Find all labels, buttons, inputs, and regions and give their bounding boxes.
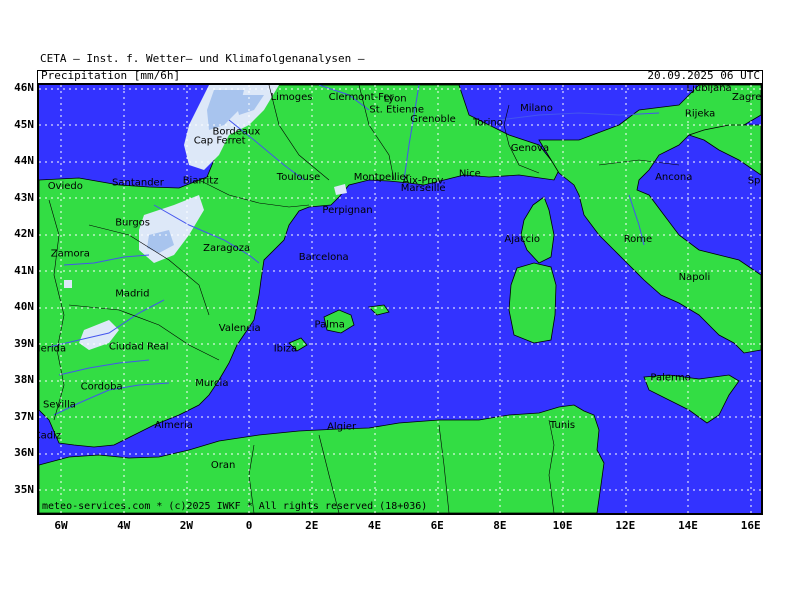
- land-menorca: [368, 304, 390, 316]
- longitude-label: 12E: [615, 519, 636, 532]
- city-label: Milano: [520, 103, 553, 114]
- latitude-label: 46N: [14, 81, 34, 94]
- city-label: Perpignan: [322, 205, 372, 216]
- longitude-label: 4W: [117, 519, 131, 532]
- city-label: Ljubljana: [687, 85, 732, 94]
- city-label: Santander: [112, 178, 165, 189]
- city-label: Zagreb: [732, 92, 761, 103]
- latitude-label: 39N: [14, 336, 34, 350]
- city-label: Barcelona: [299, 252, 349, 263]
- map-canvas: Clermont-FerLimoges LyonSt. EtienneGrenob…: [39, 85, 761, 513]
- city-label: Rijeka: [685, 108, 715, 119]
- longitude-label: 6E: [430, 519, 444, 532]
- longitude-label: 2W: [179, 519, 194, 532]
- city-label: Oran: [211, 460, 235, 471]
- city-label: Valencia: [219, 323, 261, 334]
- city-label: Cordoba: [81, 382, 123, 393]
- longitude-label: 14E: [678, 519, 698, 532]
- copyright-credit: meteo-services.com * (c)2025 IWKF * All …: [42, 501, 427, 512]
- city-label: Merida: [39, 343, 66, 354]
- city-label: Sevilla: [43, 400, 76, 411]
- latitude-label: 41N: [14, 263, 34, 277]
- city-label: Palermo: [650, 372, 690, 383]
- city-label: Limoges: [271, 92, 313, 103]
- longitude-label: 6W: [54, 519, 68, 532]
- city-label: Madrid: [115, 289, 149, 300]
- city-label: Grenoble: [410, 114, 456, 125]
- land-balkans: [687, 124, 761, 176]
- city-label: Zaragoza: [203, 243, 250, 254]
- city-label: Marseille: [401, 183, 446, 194]
- land-sardinia: [508, 262, 557, 344]
- city-label: Ciudad Real: [109, 341, 169, 352]
- forecast-datetime: 20.09.2025 06 UTC: [647, 69, 760, 82]
- land-corsica: [520, 196, 555, 264]
- parameter-label: Precipitation [mm/6h]: [41, 69, 181, 82]
- city-label: Ancona: [655, 172, 692, 183]
- city-label: Burgos: [115, 218, 150, 229]
- longitude-label: 8E: [493, 519, 507, 532]
- city-label: Split: [748, 176, 761, 187]
- land-iberia-france: [39, 85, 560, 448]
- latitude-label: 40N: [14, 300, 34, 313]
- city-label: Cap Ferret: [194, 136, 246, 147]
- city-label: Napoli: [679, 272, 711, 283]
- city-label: Palma: [315, 320, 345, 331]
- city-label: Toulouse: [276, 172, 320, 183]
- city-label: Algier: [327, 422, 357, 433]
- city-label: Zamora: [51, 249, 90, 260]
- city-label: Murcia: [195, 378, 228, 389]
- city-label: Ajaccio: [504, 234, 540, 245]
- city-label: Lyon: [384, 94, 407, 105]
- longitude-label: 10E: [552, 519, 573, 532]
- latitude-label: 38N: [14, 373, 34, 386]
- model-source-title: CETA — Inst. f. Wetter— und Klimafolgena…: [40, 52, 365, 65]
- latitude-label: 42N: [14, 227, 34, 240]
- longitude-label: 2E: [305, 519, 319, 532]
- latitude-label: 43N: [14, 190, 34, 204]
- latitude-label: 35N: [14, 482, 34, 496]
- latitude-label: 45N: [14, 117, 34, 131]
- city-label: Cadiz: [39, 431, 61, 442]
- longitude-label: 16E: [740, 519, 761, 532]
- city-label: Tunis: [549, 420, 575, 431]
- longitude-label: 0: [245, 519, 253, 532]
- city-label: Biarritz: [183, 176, 219, 187]
- longitude-label: 4E: [367, 519, 382, 532]
- precipitation-map: Clermont-Fer Limoges Lyon St. Etienne Grenob…: [37, 83, 763, 515]
- latitude-label: 37N: [14, 409, 34, 423]
- precip-light-zamora: [64, 280, 72, 288]
- city-label: Genova: [511, 143, 549, 154]
- city-label: Rome: [624, 234, 653, 245]
- latitude-label: 36N: [14, 446, 34, 459]
- city-label: Oviedo: [48, 181, 83, 192]
- city-label: Ibiza: [274, 343, 297, 354]
- city-label: Torino: [472, 117, 503, 128]
- city-label: Almeria: [154, 420, 193, 431]
- city-label: Nice: [459, 168, 481, 179]
- latitude-label: 44N: [14, 154, 34, 167]
